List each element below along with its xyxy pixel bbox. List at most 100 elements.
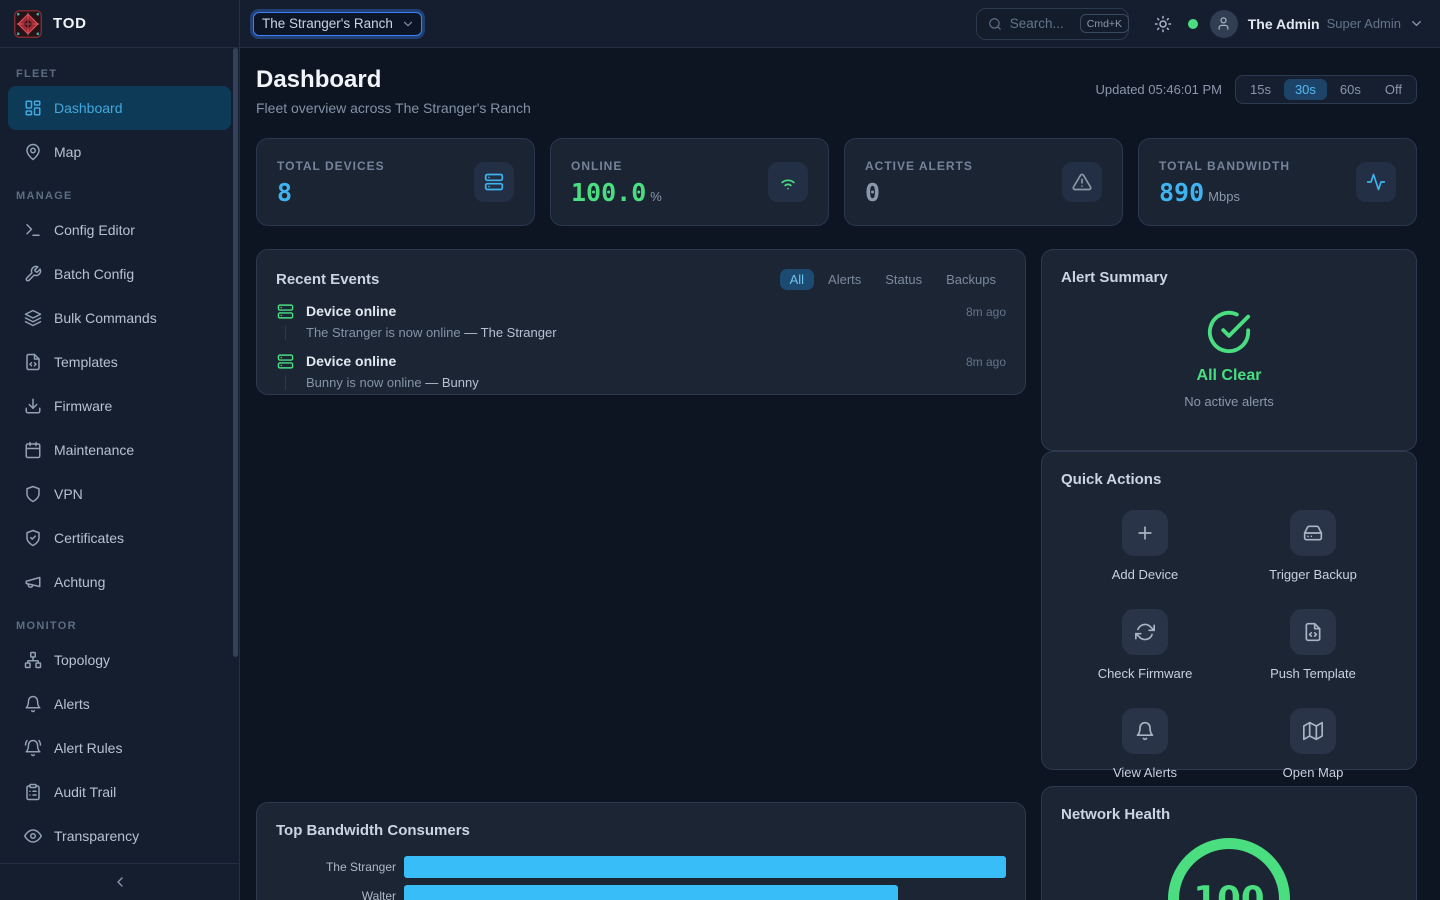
event-desc-text: The Stranger is now online <box>306 325 461 340</box>
sidebar-item-alert-rules[interactable]: Alert Rules <box>8 726 231 770</box>
sidebar-item-label: Alerts <box>54 696 90 712</box>
event-rail <box>276 353 294 390</box>
sidebar-item-dashboard[interactable]: Dashboard <box>8 86 231 130</box>
avatar[interactable] <box>1210 10 1238 38</box>
bandwidth-row: The Stranger <box>276 856 1006 878</box>
bandwidth-device-label: Walter <box>276 889 404 900</box>
stat-value-number: 0 <box>865 178 880 207</box>
quick-action-view-alerts[interactable]: View Alerts <box>1061 708 1229 780</box>
search-box[interactable]: Cmd+K <box>976 8 1129 40</box>
stat-value-number: 100.0 <box>571 178 646 207</box>
sidebar-item-templates[interactable]: Templates <box>8 340 231 384</box>
bell-icon <box>24 695 42 713</box>
sidebar-item-topology[interactable]: Topology <box>8 638 231 682</box>
event-description: The Stranger is now online — The Strange… <box>306 325 1006 340</box>
nav-section-manage: MANAGEConfig EditorBatch ConfigBulk Comm… <box>8 190 231 604</box>
map-icon <box>1303 721 1323 741</box>
quick-action-push-template[interactable]: Push Template <box>1229 609 1397 681</box>
interval-button-30s[interactable]: 30s <box>1284 79 1327 100</box>
stat-card-total-devices: TOTAL DEVICES 8 <box>256 138 535 226</box>
event-list: Device online8m ago The Stranger is now o… <box>276 303 1006 390</box>
event-row[interactable]: Device online8m agoBunny is now online —… <box>276 353 1006 390</box>
event-device-name: — The Stranger <box>464 325 556 340</box>
sidebar-item-transparency[interactable]: Transparency <box>8 814 231 858</box>
quick-action-tile <box>1122 510 1168 556</box>
quick-action-label: Add Device <box>1112 567 1178 582</box>
sidebar-item-label: Achtung <box>54 574 105 590</box>
sidebar-scrollbar[interactable] <box>233 48 238 657</box>
sidebar-item-map[interactable]: Map <box>8 130 231 174</box>
event-row[interactable]: Device online8m ago The Stranger is now o… <box>276 303 1006 340</box>
hard-drive-icon <box>1303 523 1323 543</box>
user-menu-chevron-icon[interactable] <box>1409 16 1424 31</box>
check-circle-icon <box>1206 309 1252 355</box>
interval-button-60s[interactable]: 60s <box>1329 79 1372 100</box>
quick-action-label: Trigger Backup <box>1269 567 1357 582</box>
interval-button-15s[interactable]: 15s <box>1239 79 1282 100</box>
sidebar-item-alerts[interactable]: Alerts <box>8 682 231 726</box>
logo-row: TOD <box>0 0 239 48</box>
search-shortcut-badge: Cmd+K <box>1080 14 1129 33</box>
quick-action-check-firmware[interactable]: Check Firmware <box>1061 609 1229 681</box>
sidebar-item-label: Map <box>54 144 81 160</box>
wrench-icon <box>24 265 42 283</box>
sidebar-item-certificates[interactable]: Certificates <box>8 516 231 560</box>
sidebar-item-config-editor[interactable]: Config Editor <box>8 208 231 252</box>
stat-text: TOTAL BANDWIDTH890Mbps <box>1159 159 1290 205</box>
event-device-name: — Bunny <box>425 375 478 390</box>
sidebar-item-vpn[interactable]: VPN <box>8 472 231 516</box>
network-health-value: 100 <box>1168 838 1290 900</box>
site-selector[interactable]: The Stranger's Ranch <box>253 12 422 36</box>
search-input[interactable] <box>1010 16 1072 31</box>
stat-value: 8 <box>277 180 385 205</box>
stat-icon-box <box>1062 162 1102 202</box>
stat-label: TOTAL DEVICES <box>277 159 385 173</box>
sidebar-item-firmware[interactable]: Firmware <box>8 384 231 428</box>
quick-action-tile <box>1290 609 1336 655</box>
recent-events-header: Recent Events AllAlertsStatusBackups <box>276 269 1006 290</box>
page-title: Dashboard <box>256 68 531 92</box>
recent-events-card: Recent Events AllAlertsStatusBackups Dev… <box>256 249 1026 395</box>
chevron-left-icon <box>112 874 128 890</box>
bandwidth-bar-track <box>404 856 1006 878</box>
sidebar-item-bulk-commands[interactable]: Bulk Commands <box>8 296 231 340</box>
event-description: Bunny is now online — Bunny <box>306 375 1006 390</box>
sun-icon[interactable] <box>1154 15 1172 33</box>
quick-action-add-device[interactable]: Add Device <box>1061 510 1229 582</box>
interval-button-off[interactable]: Off <box>1374 79 1413 100</box>
sidebar-item-label: Audit Trail <box>54 784 116 800</box>
quick-action-trigger-backup[interactable]: Trigger Backup <box>1229 510 1397 582</box>
page-header-text: Dashboard Fleet overview across The Stra… <box>256 68 531 115</box>
alert-status-text: All Clear <box>1197 367 1262 385</box>
server-icon <box>277 353 294 370</box>
event-timeline-line <box>285 325 286 340</box>
quick-action-tile <box>1290 510 1336 556</box>
sidebar-item-label: Templates <box>54 354 118 370</box>
user-role: Super Admin <box>1327 16 1401 31</box>
sidebar-item-maintenance[interactable]: Maintenance <box>8 428 231 472</box>
tod-logo-icon <box>14 10 42 38</box>
event-desc-text: Bunny is now online <box>306 375 422 390</box>
sidebar-collapse-button[interactable] <box>0 863 239 900</box>
sidebar-item-audit-trail[interactable]: Audit Trail <box>8 770 231 814</box>
nav-section-label: FLEET <box>8 68 231 80</box>
event-filter-alerts[interactable]: Alerts <box>818 269 871 290</box>
quick-action-label: Push Template <box>1270 666 1356 681</box>
sidebar-item-batch-config[interactable]: Batch Config <box>8 252 231 296</box>
site-selector-wrap: The Stranger's Ranch <box>253 12 422 36</box>
user-icon <box>1216 16 1231 31</box>
quick-action-open-map[interactable]: Open Map <box>1229 708 1397 780</box>
event-top-row: Device online8m ago <box>306 303 1006 319</box>
event-filter-backups[interactable]: Backups <box>936 269 1006 290</box>
quick-actions-card: Quick Actions Add DeviceTrigger BackupCh… <box>1041 451 1417 770</box>
event-filter-all[interactable]: All <box>780 269 814 290</box>
sidebar-item-achtung[interactable]: Achtung <box>8 560 231 604</box>
sidebar-item-label: Alert Rules <box>54 740 122 756</box>
stat-icon-box <box>768 162 808 202</box>
terminal-icon <box>24 221 42 239</box>
page-subtitle: Fleet overview across The Stranger's Ran… <box>256 101 531 115</box>
alert-triangle-icon <box>1072 172 1092 192</box>
bandwidth-bar <box>404 885 898 900</box>
event-filter-status[interactable]: Status <box>875 269 932 290</box>
content-right-column: Alert Summary All Clear No active alerts… <box>1041 249 1417 900</box>
